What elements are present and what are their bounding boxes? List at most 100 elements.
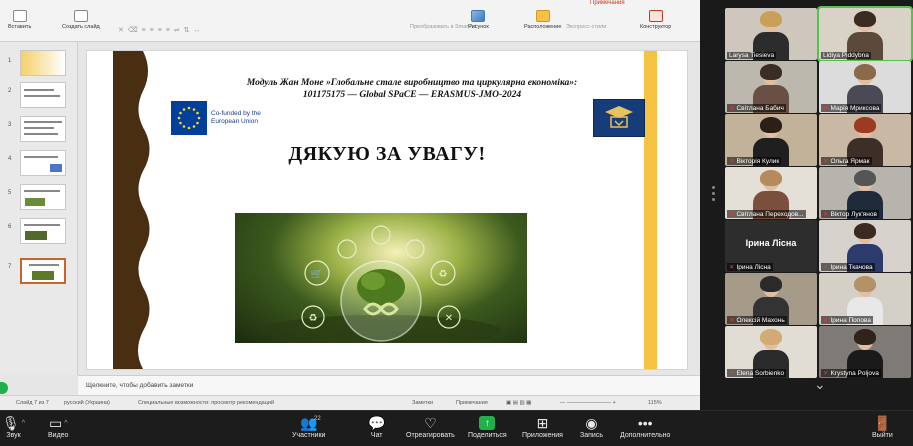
- formatting-tools: ✕ ⌫ ≡ ≡ ≡ ≡ ⇌ ⇅ ↔: [118, 27, 202, 34]
- more-button[interactable]: ••• Дополнительно: [620, 414, 670, 439]
- slide[interactable]: Модуль Жан Моне »Глобальне сталe виробни…: [86, 50, 688, 370]
- more-dots-icon: •••: [637, 415, 653, 431]
- thumb-number: 4: [8, 156, 12, 162]
- participants-button[interactable]: 👥 22 Участники: [292, 414, 325, 440]
- participant-display-name: Ірина Лісна: [745, 238, 797, 248]
- thumb-number: 7: [8, 264, 12, 270]
- slide-counter: Слайд 7 из 7: [16, 400, 49, 406]
- leave-button[interactable]: 🚪 Выйти: [872, 414, 893, 440]
- paste-button[interactable]: Вставить: [8, 10, 31, 30]
- eu-logo: Co-funded by the European Union: [171, 101, 266, 135]
- clipboard-icon: [12, 10, 27, 22]
- participant-name: ✕ Ірина Лісна: [727, 263, 773, 271]
- record-icon: ◉: [585, 414, 598, 431]
- drag-handle-icon[interactable]: [712, 186, 716, 204]
- decorative-gold-bar: [644, 51, 657, 369]
- participant-name: ✕ Ольга Ярмак: [821, 157, 872, 165]
- notes-pane[interactable]: Щелкните, чтобы добавить заметки: [78, 375, 700, 395]
- audio-button[interactable]: 🎙 ^ Звук: [2, 414, 26, 440]
- heart-icon: ♡: [424, 414, 437, 431]
- eu-flag-icon: [171, 101, 207, 135]
- video-camera-icon: ▭ ^: [48, 414, 68, 431]
- thumb-number: 6: [8, 224, 12, 230]
- notes-toggle-button[interactable]: Заметки: [412, 400, 433, 406]
- participant-tile[interactable]: ✕ Олексій Махонь: [725, 273, 817, 325]
- react-button[interactable]: ♡ Отреагировать: [406, 414, 455, 440]
- header-line-1: Модуль Жан Моне »Глобальне сталe виробни…: [246, 78, 578, 88]
- muted-mic-icon: ✕: [823, 105, 829, 112]
- comments-toggle-button[interactable]: Примечания: [456, 400, 488, 406]
- picture-icon: [471, 10, 486, 22]
- svg-text:🛒: 🛒: [311, 267, 323, 280]
- view-buttons[interactable]: ▣ ▤ ▥ ▦: [506, 400, 531, 406]
- participant-name: Larysa Tiesieva: [727, 52, 777, 59]
- ribbon: Вставить Создать слайд ✕ ⌫ ≡ ≡ ≡ ≡ ⇌ ⇅ ↔…: [0, 0, 700, 42]
- participant-tile[interactable]: ✕ Elena Sorbienko: [725, 326, 817, 378]
- participant-tile[interactable]: ✕ Світлана Переходов...: [725, 167, 817, 219]
- muted-mic-icon: ✕: [823, 264, 829, 271]
- slide-thumbnail[interactable]: [20, 150, 66, 176]
- thumb-number: 1: [8, 58, 12, 64]
- new-slide-button[interactable]: Создать слайд: [62, 10, 100, 30]
- share-screen-button[interactable]: ↑ Поделиться: [468, 414, 507, 439]
- zoom-slider[interactable]: — ———————— +: [560, 400, 616, 406]
- accessibility-status[interactable]: Специальные возможности: просмотр рекоме…: [138, 400, 274, 406]
- new-slide-icon: [73, 10, 88, 22]
- notes-placeholder: Щелкните, чтобы добавить заметки: [86, 382, 194, 389]
- participant-name: ✕ Ірина Попова: [821, 316, 873, 324]
- decorative-wave-bar: [113, 51, 150, 369]
- express-styles-button[interactable]: Экспресс-стили: [566, 24, 606, 30]
- chat-button[interactable]: 💬 Чат: [368, 414, 385, 440]
- slide-thumbnail[interactable]: [20, 50, 66, 76]
- circular-economy-image: 🛒 ♻ ♻ ✕: [235, 213, 527, 343]
- university-logo-icon: [593, 99, 645, 137]
- picture-button[interactable]: Рисунок: [468, 10, 489, 30]
- participant-tile[interactable]: ✕ Ірина Ткачова: [819, 220, 911, 272]
- thumb-number: 2: [8, 88, 12, 94]
- participant-tile[interactable]: ✕ Ірина Попова: [819, 273, 911, 325]
- participants-gallery: Larysa Tiesieva Lidiya Piddybna ✕ Світлана …: [700, 0, 913, 410]
- zoom-level[interactable]: 115%: [648, 400, 662, 406]
- slide-thumbnail[interactable]: [20, 184, 66, 210]
- participant-name: ✕ Світлана Переходов...: [727, 210, 806, 218]
- participant-tile[interactable]: ✕ Марія Мриксова: [819, 61, 911, 113]
- participant-name: ✕ Elena Sorbienko: [727, 369, 787, 377]
- apps-button[interactable]: ⊞ Приложения: [522, 414, 563, 440]
- microphone-icon: 🎙 ^: [2, 414, 26, 431]
- participant-tile[interactable]: ✕ Ольга Ярмак: [819, 114, 911, 166]
- meeting-toolbar: 🎙 ^ Звук ▭ ^ Видео 👥 22 Участники 💬 Чат ♡ …: [0, 410, 913, 446]
- muted-mic-icon: ✕: [729, 158, 735, 165]
- convert-smartart-button[interactable]: Преобразовать в SmartArt: [410, 24, 477, 30]
- header-line-2: 101175175 — Global SPaCE — ERASMUS-JMO-2…: [302, 90, 522, 100]
- slide-thumbnail-active[interactable]: [20, 258, 66, 284]
- slide-thumbnail[interactable]: [20, 116, 66, 142]
- participant-tile[interactable]: ✕ Світлана Бабич: [725, 61, 817, 113]
- participant-tile[interactable]: Ірина Лісна ✕ Ірина Лісна: [725, 220, 817, 272]
- designer-button[interactable]: Конструктор: [640, 10, 671, 30]
- exit-icon: 🚪: [873, 414, 892, 431]
- muted-mic-icon: ✕: [729, 370, 735, 377]
- language-indicator[interactable]: русский (Украина): [64, 400, 110, 406]
- muted-mic-icon: ✕: [823, 211, 829, 218]
- share-arrow-icon: ↑: [479, 416, 496, 430]
- participant-name: ✕ Вікторія Кулик: [727, 157, 782, 165]
- chevron-down-icon[interactable]: ⌄: [814, 376, 826, 393]
- slide-thumbnail[interactable]: [20, 218, 66, 244]
- slide-title: ДЯКУЮ ЗА УВАГУ!: [288, 143, 486, 165]
- participant-name: Lidiya Piddybna: [821, 52, 871, 59]
- slide-header: Модуль Жан Моне »Глобальне сталe виробни…: [197, 77, 627, 101]
- designer-icon: [648, 10, 663, 22]
- participant-tile[interactable]: Larysa Tiesieva: [725, 8, 817, 60]
- participant-tile[interactable]: ✕ Krystyna Poljova: [819, 326, 911, 378]
- participant-tile[interactable]: ✕ Вікторія Кулик: [725, 114, 817, 166]
- slide-thumbnail[interactable]: [20, 82, 66, 108]
- participant-tile[interactable]: Lidiya Piddybna: [817, 6, 913, 62]
- record-button[interactable]: ◉ Запись: [580, 414, 603, 440]
- muted-mic-icon: ✕: [729, 317, 735, 324]
- arrange-icon: [535, 10, 550, 22]
- eu-text: Co-funded by the European Union: [211, 110, 261, 125]
- arrange-button[interactable]: Расположение: [524, 10, 561, 30]
- comments-link[interactable]: Примечания: [590, 0, 625, 6]
- participant-tile[interactable]: ✕ Віктор Лук'янов: [819, 167, 911, 219]
- video-button[interactable]: ▭ ^ Видео: [48, 414, 68, 440]
